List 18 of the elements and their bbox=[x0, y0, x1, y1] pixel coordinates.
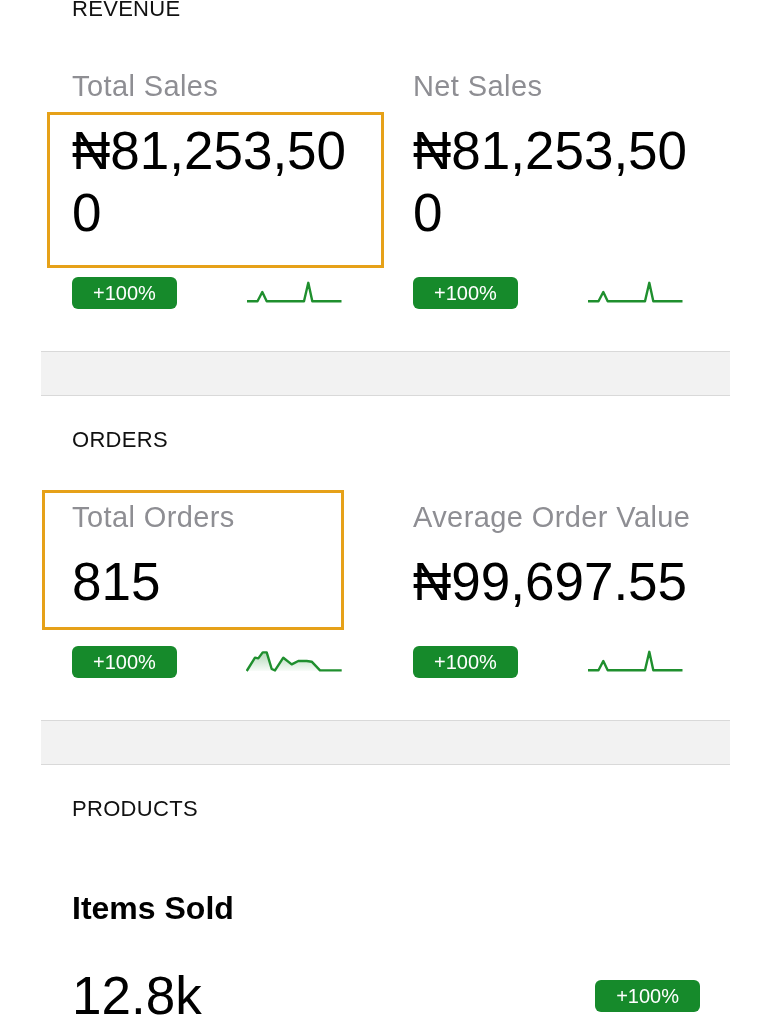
section-title: REVENUE bbox=[72, 0, 181, 22]
metric-value: ₦81,253,500 bbox=[72, 120, 348, 244]
section-title: ORDERS bbox=[72, 427, 168, 453]
metric-value: 815 bbox=[72, 551, 161, 613]
change-badge: +100% bbox=[413, 646, 518, 678]
metric-label: Total Orders bbox=[72, 500, 235, 534]
change-badge: +100% bbox=[72, 277, 177, 309]
metric-label: Net Sales bbox=[413, 69, 543, 103]
change-badge: +100% bbox=[595, 979, 700, 1012]
metric-label: Average Order Value bbox=[413, 500, 691, 534]
metric-value: ₦81,253,500 bbox=[413, 120, 689, 244]
metric-label: Items Sold bbox=[72, 889, 234, 928]
metric-value: 12.8k bbox=[72, 967, 202, 1024]
change-badge: +100% bbox=[413, 277, 518, 309]
change-badge: +100% bbox=[72, 646, 177, 678]
metric-value: ₦99,697.55 bbox=[413, 551, 688, 613]
section-title: PRODUCTS bbox=[72, 796, 198, 822]
metric-label: Total Sales bbox=[72, 69, 219, 103]
